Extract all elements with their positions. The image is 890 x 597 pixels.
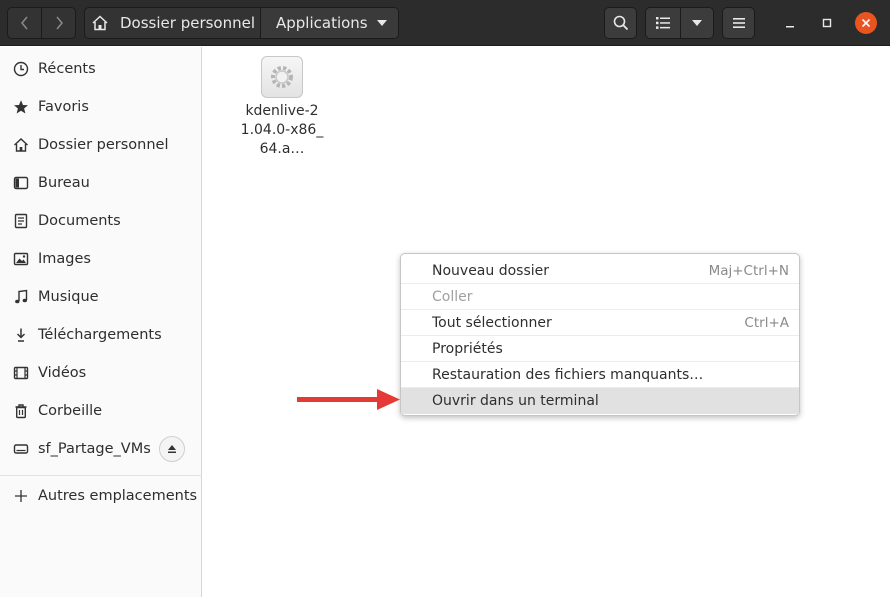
star-icon [12,98,30,116]
sidebar-item-label: Vidéos [38,365,87,381]
context-menu: Nouveau dossier Maj+Ctrl+N Coller Tout s… [400,253,800,416]
sidebar-item-label: Images [38,251,91,267]
sidebar-item-label: Bureau [38,175,90,191]
arrow-right-icon [297,389,400,410]
menu-item-paste[interactable]: Coller [401,284,799,310]
menu-item-select-all[interactable]: Tout sélectionner Ctrl+A [401,310,799,336]
clock-icon [12,60,30,78]
menu-item-restore-missing-files[interactable]: Restauration des fichiers manquants… [401,362,799,388]
close-icon [861,18,871,28]
triangle-down-icon [691,20,702,26]
menu-item-accel: Ctrl+A [744,314,789,331]
sidebar-item-label: Dossier personnel [38,137,169,153]
file-item[interactable]: kdenlive-21.04.0-x86_64.a… [239,54,325,159]
places-sidebar: Récents Favoris Dossier personnel Bureau… [0,47,202,597]
view-switcher [645,7,714,39]
sidebar-item-label: Autres emplacements [38,488,198,504]
gear-icon [261,56,303,98]
sidebar-item-music[interactable]: Musique [0,280,202,314]
sidebar-item-trash[interactable]: Corbeille [0,394,202,428]
close-button[interactable] [855,12,877,34]
list-view-icon [655,17,670,29]
plus-icon [12,487,30,505]
back-button[interactable] [8,8,41,38]
menu-item-label: Nouveau dossier [432,262,550,279]
menu-item-label: Ouvrir dans un terminal [432,393,599,409]
menu-item-new-folder[interactable]: Nouveau dossier Maj+Ctrl+N [401,258,799,284]
sidebar-item-favorites[interactable]: Favoris [0,90,202,124]
header-bar: Dossier personnel Applications [0,0,890,46]
video-icon [12,364,30,382]
eject-button[interactable] [159,436,185,462]
sidebar-item-home[interactable]: Dossier personnel [0,128,202,162]
home-icon [12,136,30,154]
minimize-button[interactable] [779,12,801,34]
sidebar-item-documents[interactable]: Documents [0,204,202,238]
maximize-icon [822,18,832,28]
home-icon [92,15,108,31]
sidebar-separator [0,475,202,476]
sidebar-item-recents[interactable]: Récents [0,52,202,86]
chevron-left-icon [20,16,28,30]
sidebar-item-label: Récents [38,61,96,77]
music-icon [12,288,30,306]
maximize-button[interactable] [816,12,838,34]
menu-item-label: Tout sélectionner [432,314,552,331]
view-options-button[interactable] [679,8,714,38]
download-icon [12,326,30,344]
chevron-right-icon [55,16,63,30]
navigation-buttons [7,7,76,39]
drive-icon [12,440,30,458]
list-view-button[interactable] [646,8,680,38]
hamburger-icon [732,18,745,28]
search-button[interactable] [604,7,637,39]
minimize-icon [786,26,794,28]
path-home-button[interactable]: Dossier personnel [85,8,260,38]
path-home-label: Dossier personnel [120,14,256,32]
sidebar-item-label: sf_Partage_VMs [38,441,151,457]
menu-item-label: Propriétés [432,340,503,357]
forward-button[interactable] [41,8,75,38]
image-icon [12,250,30,268]
sidebar-item-label: Corbeille [38,403,103,419]
sidebar-item-label: Favoris [38,99,89,115]
triangle-down-icon [377,20,387,26]
sidebar-item-videos[interactable]: Vidéos [0,356,202,390]
search-icon [613,15,628,31]
path-current-label: Applications [276,14,368,32]
document-icon [12,212,30,230]
menu-item-properties[interactable]: Propriétés [401,336,799,362]
path-current-button[interactable]: Applications [260,8,398,38]
sidebar-item-images[interactable]: Images [0,242,202,276]
menu-item-open-in-terminal[interactable]: Ouvrir dans un terminal [401,388,799,414]
sidebar-item-downloads[interactable]: Téléchargements [0,318,202,352]
sidebar-item-label: Musique [38,289,99,305]
eject-icon [168,445,176,453]
desktop-icon [12,174,30,192]
menu-item-label: Coller [432,288,473,305]
main-menu-button[interactable] [722,7,755,39]
trash-icon [12,402,30,420]
file-name: kdenlive-21.04.0-x86_64.a… [240,103,324,157]
menu-item-accel: Maj+Ctrl+N [708,262,789,279]
menu-item-label: Restauration des fichiers manquants… [432,366,704,383]
sidebar-item-label: Téléchargements [38,327,162,343]
path-bar: Dossier personnel Applications [84,7,399,39]
sidebar-item-desktop[interactable]: Bureau [0,166,202,200]
sidebar-item-other-locations[interactable]: Autres emplacements [0,479,202,513]
sidebar-item-label: Documents [38,213,121,229]
